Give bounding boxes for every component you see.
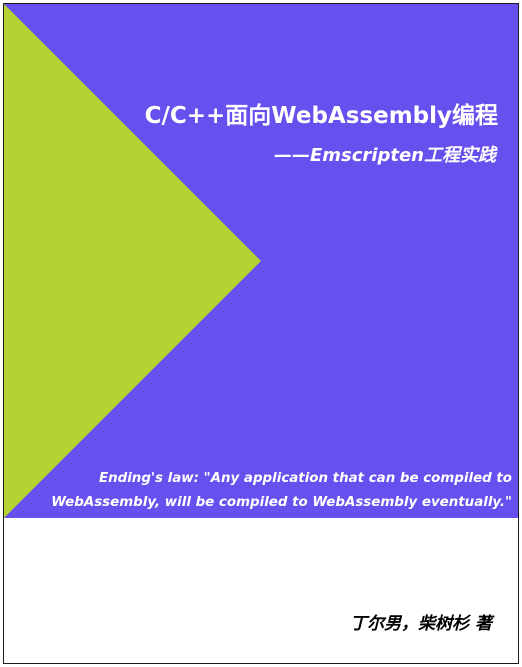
book-cover: C/C++面向WebAssembly编程 ——Emscripten工程实践 En… (3, 3, 519, 664)
book-title: C/C++面向WebAssembly编程 (144, 103, 498, 129)
quote-line-2: WebAssembly, will be compiled to WebAsse… (51, 495, 512, 510)
cover-band (4, 4, 518, 518)
endings-law-quote: Ending's law: "Any application that can … (51, 467, 512, 515)
author-line: 丁尔男，柴树杉 著 (350, 614, 492, 634)
quote-line-1: Ending's law: "Any application that can … (98, 471, 512, 486)
book-subtitle: ——Emscripten工程实践 (274, 145, 496, 166)
